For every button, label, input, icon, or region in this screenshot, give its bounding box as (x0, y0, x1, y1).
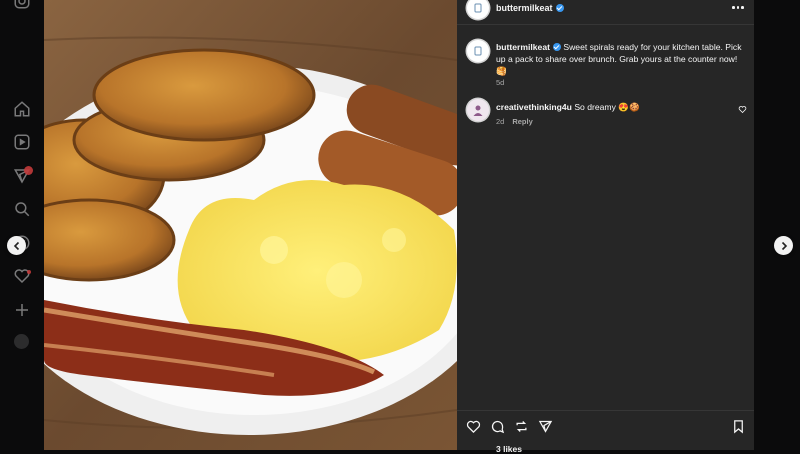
comment-text: So dreamy 😍🍪 (574, 102, 640, 112)
verified-badge-icon (552, 43, 561, 51)
more-dot-icon (736, 6, 740, 9)
next-post-button[interactable] (774, 236, 793, 255)
caption-timestamp: 5d (496, 78, 505, 87)
messages-badge (24, 166, 33, 175)
save-icon (734, 420, 743, 434)
chevron-left-icon (13, 241, 19, 250)
header-divider (457, 24, 754, 25)
verified-badge-icon (555, 4, 564, 12)
post-media (44, 0, 457, 450)
heart-icon (466, 420, 481, 434)
breakfast-photo (44, 0, 457, 450)
like-comment-icon[interactable] (738, 105, 747, 114)
share-icon (538, 420, 553, 433)
brand-logo-icon (474, 3, 482, 13)
more-dot-icon (732, 6, 735, 9)
previous-post-button[interactable] (7, 236, 26, 255)
person-icon (473, 105, 483, 116)
home-icon[interactable] (13, 100, 31, 118)
comment-timestamp: 2d (496, 117, 505, 126)
search-icon[interactable] (13, 200, 31, 218)
repost-icon (516, 421, 527, 432)
more-options-button[interactable] (732, 6, 744, 9)
brand-logo-icon (474, 46, 482, 56)
comment-button[interactable] (490, 419, 505, 434)
likes-count[interactable]: 3 likes (496, 444, 522, 454)
actions-divider (457, 410, 754, 411)
chevron-right-icon (781, 241, 787, 250)
comment-icon (491, 420, 505, 434)
author-username[interactable]: buttermilkeat (496, 3, 553, 13)
share-button[interactable] (538, 419, 553, 434)
caption-username[interactable]: buttermilkeat (496, 42, 550, 52)
comment: creativethinking4u So dreamy 😍🍪 (496, 101, 726, 113)
create-icon[interactable] (13, 301, 31, 319)
profile-icon[interactable] (14, 334, 29, 349)
more-dot-icon (741, 6, 744, 9)
reply-button[interactable]: Reply (512, 117, 532, 126)
instagram-icon[interactable] (13, 0, 31, 10)
notifications-dot (27, 270, 31, 274)
caption-avatar[interactable] (467, 40, 489, 62)
comment-username[interactable]: creativethinking4u (496, 102, 572, 112)
post-author[interactable]: buttermilkeat (496, 3, 564, 13)
commenter-avatar[interactable] (467, 99, 489, 121)
save-button[interactable] (731, 419, 746, 434)
reels-icon[interactable] (13, 133, 31, 151)
comment-meta: 2d Reply (496, 117, 533, 126)
post-caption: buttermilkeat Sweet spirals ready for yo… (496, 41, 748, 77)
repost-button[interactable] (514, 419, 529, 434)
like-button[interactable] (466, 419, 481, 434)
app-sidebar (0, 0, 44, 450)
